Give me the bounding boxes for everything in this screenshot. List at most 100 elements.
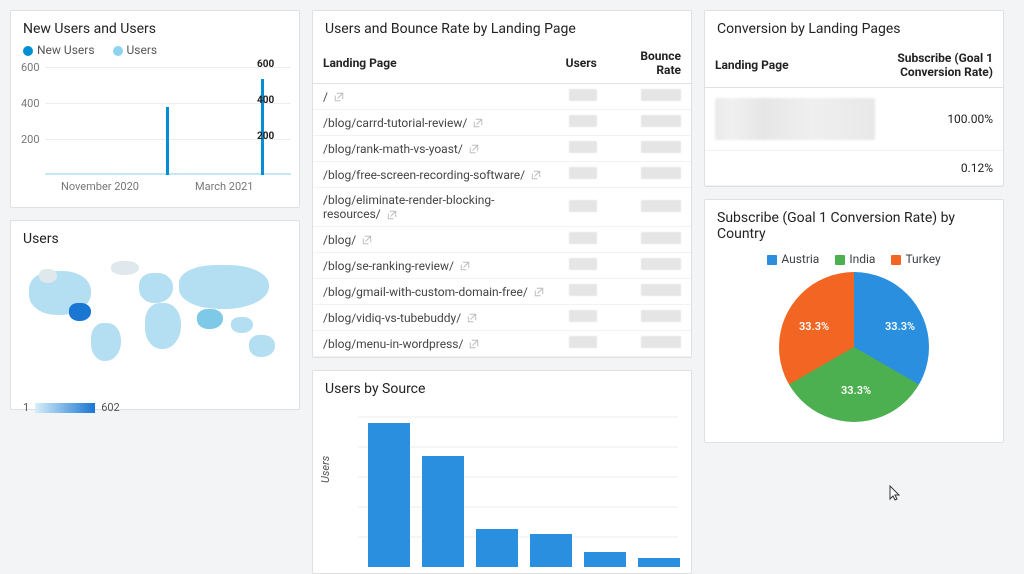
slice-label: 33.3% [841, 384, 871, 397]
legend-label: Austria [781, 252, 819, 266]
landing-page-cell[interactable]: /blog/carrd-tutorial-review/ [313, 110, 556, 136]
legend-swatch-austria [767, 255, 777, 265]
y-tick: 600 [21, 61, 40, 74]
peak-label: 400 [257, 95, 274, 106]
scale-max: 602 [101, 401, 120, 414]
redacted-cell [641, 336, 681, 348]
table-row[interactable]: /blog/vidiq-vs-tubebuddy/ [313, 305, 691, 331]
redacted-cell [641, 89, 681, 101]
card-new-users: New Users and Users New Users Users 600 … [10, 10, 300, 208]
y-tick: 400 [21, 97, 40, 110]
redacted-cell [569, 310, 597, 322]
dashboard-grid: New Users and Users New Users Users 600 … [10, 10, 1014, 574]
scale-min: 1 [23, 401, 29, 414]
redacted-cell [569, 89, 597, 101]
card-title: Conversion by Landing Pages [705, 11, 1003, 43]
conversion-table: Landing Page Subscribe (Goal 1 Conversio… [705, 43, 1003, 186]
redacted-cell [569, 284, 597, 296]
redacted-cell [641, 284, 681, 296]
table-row[interactable]: / [313, 84, 691, 110]
col-header-rate[interactable]: Subscribe (Goal 1 Conversion Rate) [885, 43, 1003, 88]
redacted-cell [641, 232, 681, 244]
external-link-icon[interactable] [384, 207, 398, 221]
landing-page-cell[interactable]: /blog/rank-math-vs-yoast/ [313, 136, 556, 162]
geo-map[interactable] [21, 253, 289, 393]
peak-label: 600 [257, 59, 274, 70]
landing-page-cell[interactable]: /blog/ [313, 227, 556, 253]
card-title: Users and Bounce Rate by Landing Page [313, 11, 691, 43]
peak-label: 200 [257, 131, 274, 142]
legend-dot-new-users [23, 46, 33, 56]
x-tick: March 2021 [195, 180, 254, 193]
external-link-icon[interactable] [531, 285, 545, 299]
table-row[interactable]: /blog/ [313, 227, 691, 253]
card-title: New Users and Users [11, 11, 299, 43]
table-row[interactable]: /blog/carrd-tutorial-review/ [313, 110, 691, 136]
legend-label: New Users [37, 43, 95, 57]
table-row[interactable]: 100.00% [705, 88, 1003, 151]
table-row[interactable]: /blog/menu-in-wordpress/ [313, 331, 691, 357]
bar-chart[interactable]: Users 1,000 800 600 400 200 [313, 403, 691, 573]
slice-label: 33.3% [885, 320, 915, 333]
redacted-cell [569, 258, 597, 270]
card-country-pie: Subscribe (Goal 1 Conversion Rate) by Co… [704, 199, 1004, 443]
y-axis-label: Users [319, 456, 332, 483]
redacted-cell [641, 115, 681, 127]
legend-swatch-india [835, 255, 845, 265]
table-row[interactable]: /blog/rank-math-vs-yoast/ [313, 136, 691, 162]
external-link-icon[interactable] [528, 168, 542, 182]
redacted-cell [569, 167, 597, 179]
redacted-cell [641, 141, 681, 153]
table-row[interactable]: /blog/gmail-with-custom-domain-free/ [313, 279, 691, 305]
table-row[interactable]: /blog/eliminate-render-blocking-resource… [313, 188, 691, 227]
line-chart[interactable]: 600 400 200 600 400 200 November 2020 Ma… [11, 61, 299, 191]
pie-legend: Austria India Turkey [705, 248, 1003, 272]
legend-label: Users [127, 43, 158, 57]
card-title: Users [11, 221, 299, 253]
legend-swatch-turkey [891, 255, 901, 265]
card-users-by-source: Users by Source Users 1,000 800 600 400 … [312, 370, 692, 574]
redacted-cell [641, 200, 681, 212]
external-link-icon[interactable] [464, 311, 478, 325]
landing-page-cell[interactable]: /blog/gmail-with-custom-domain-free/ [313, 279, 556, 305]
landing-page-cell[interactable]: /blog/se-ranking-review/ [313, 253, 556, 279]
redacted-cell [641, 258, 681, 270]
landing-page-cell[interactable]: /blog/menu-in-wordpress/ [313, 331, 556, 357]
redacted-cell [641, 310, 681, 322]
chart-legend: New Users Users [11, 43, 299, 61]
card-title: Users by Source [313, 371, 691, 403]
card-users-map: Users 1 602 [10, 220, 300, 410]
table-row[interactable]: 0.12% [705, 151, 1003, 186]
landing-page-cell[interactable]: /blog/vidiq-vs-tubebuddy/ [313, 305, 556, 331]
x-tick: November 2020 [61, 180, 139, 193]
table-row[interactable]: /blog/se-ranking-review/ [313, 253, 691, 279]
pie-chart[interactable]: 33.3% 33.3% 33.3% [759, 272, 949, 432]
redacted-cell [715, 98, 875, 140]
col-header-bounce[interactable]: Bounce Rate [607, 43, 691, 84]
external-link-icon[interactable] [359, 233, 373, 247]
table-row[interactable]: /blog/free-screen-recording-software/ [313, 162, 691, 188]
card-landing-table: Users and Bounce Rate by Landing Page La… [312, 10, 692, 358]
redacted-cell [569, 115, 597, 127]
col-header-users[interactable]: Users [556, 43, 607, 84]
landing-page-cell[interactable]: /blog/free-screen-recording-software/ [313, 162, 556, 188]
scale-gradient [35, 403, 95, 413]
external-link-icon[interactable] [470, 116, 484, 130]
col-header-page[interactable]: Landing Page [313, 43, 556, 84]
rate-cell: 100.00% [885, 88, 1003, 151]
landing-page-cell[interactable]: / [313, 84, 556, 110]
landing-page-cell[interactable]: /blog/eliminate-render-blocking-resource… [313, 188, 556, 227]
legend-label: India [849, 252, 875, 266]
external-link-icon[interactable] [331, 90, 345, 104]
external-link-icon[interactable] [457, 259, 471, 273]
external-link-icon[interactable] [466, 337, 480, 351]
external-link-icon[interactable] [466, 142, 480, 156]
rate-cell: 0.12% [885, 151, 1003, 186]
redacted-cell [569, 141, 597, 153]
card-conversion: Conversion by Landing Pages Landing Page… [704, 10, 1004, 187]
y-tick: 200 [21, 133, 40, 146]
col-header-page[interactable]: Landing Page [705, 43, 885, 88]
redacted-cell [569, 232, 597, 244]
slice-label: 33.3% [799, 320, 829, 333]
redacted-cell [569, 200, 597, 212]
